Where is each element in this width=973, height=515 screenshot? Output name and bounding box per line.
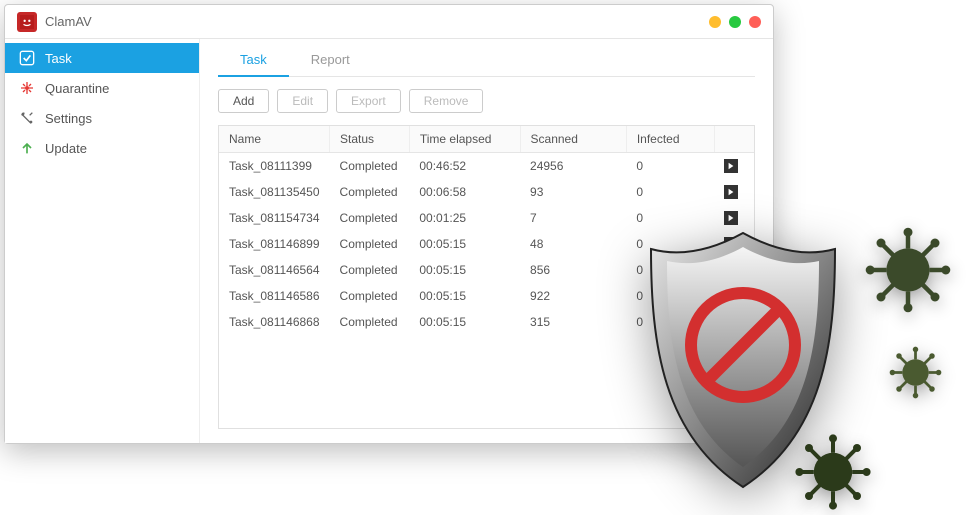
cell-infected: 0 (626, 283, 714, 309)
add-button[interactable]: Add (218, 89, 269, 113)
cell-actions (714, 153, 754, 180)
cell-time: 00:46:52 (409, 153, 520, 180)
cell-scanned: 856 (520, 257, 626, 283)
main-panel: Task Report Add Edit Export Remove Name … (200, 39, 773, 443)
sidebar-item-update[interactable]: Update (5, 133, 199, 163)
cell-status: Completed (330, 205, 410, 231)
cell-time: 00:05:15 (409, 231, 520, 257)
cell-time: 00:05:15 (409, 257, 520, 283)
tabs: Task Report (218, 43, 755, 77)
remove-button[interactable]: Remove (409, 89, 484, 113)
play-button[interactable] (724, 211, 738, 225)
cell-time: 00:06:58 (409, 179, 520, 205)
col-actions (714, 126, 754, 153)
cell-name: Task_081146564 (219, 257, 330, 283)
col-time[interactable]: Time elapsed (409, 126, 520, 153)
task-table: Name Status Time elapsed Scanned Infecte… (219, 126, 754, 335)
cell-infected: 0 (626, 257, 714, 283)
close-button[interactable] (749, 16, 761, 28)
cell-scanned: 48 (520, 231, 626, 257)
app-window: ClamAV Task Quarantine (4, 4, 774, 444)
window-body: Task Quarantine Settings Update (5, 39, 773, 443)
cell-actions (714, 231, 754, 257)
cell-actions (714, 205, 754, 231)
sidebar-item-label: Task (45, 51, 72, 66)
cell-name: Task_081154734 (219, 205, 330, 231)
cell-name: Task_081146899 (219, 231, 330, 257)
quarantine-icon (19, 80, 35, 96)
cell-status: Completed (330, 309, 410, 335)
check-icon (19, 50, 35, 66)
play-button[interactable] (724, 263, 738, 277)
play-button[interactable] (724, 159, 738, 173)
table-row[interactable]: Task_081146868Completed00:05:153150 (219, 309, 754, 335)
col-name[interactable]: Name (219, 126, 330, 153)
cell-scanned: 7 (520, 205, 626, 231)
maximize-button[interactable] (729, 16, 741, 28)
cell-infected: 0 (626, 309, 714, 335)
app-title: ClamAV (45, 14, 709, 29)
settings-icon (19, 110, 35, 126)
tab-task[interactable]: Task (218, 43, 289, 77)
table-row[interactable]: Task_081135450Completed00:06:58930 (219, 179, 754, 205)
cell-infected: 0 (626, 205, 714, 231)
cell-status: Completed (330, 153, 410, 180)
col-status[interactable]: Status (330, 126, 410, 153)
app-icon (17, 12, 37, 32)
cell-time: 00:05:15 (409, 283, 520, 309)
update-icon (19, 140, 35, 156)
sidebar-item-label: Update (45, 141, 87, 156)
col-scanned[interactable]: Scanned (520, 126, 626, 153)
sidebar: Task Quarantine Settings Update (5, 39, 200, 443)
cell-status: Completed (330, 257, 410, 283)
cell-infected: 0 (626, 179, 714, 205)
window-controls (709, 16, 761, 28)
toolbar: Add Edit Export Remove (218, 77, 755, 125)
cell-name: Task_081146868 (219, 309, 330, 335)
virus-icon (793, 432, 873, 515)
tab-label: Task (240, 52, 267, 67)
table-row[interactable]: Task_081154734Completed00:01:2570 (219, 205, 754, 231)
cell-name: Task_081146586 (219, 283, 330, 309)
cell-actions (714, 283, 754, 309)
sidebar-item-label: Quarantine (45, 81, 109, 96)
cell-scanned: 93 (520, 179, 626, 205)
sidebar-item-quarantine[interactable]: Quarantine (5, 73, 199, 103)
virus-icon (888, 345, 943, 403)
cell-actions (714, 179, 754, 205)
cell-actions (714, 257, 754, 283)
cell-name: Task_081135450 (219, 179, 330, 205)
cell-time: 00:01:25 (409, 205, 520, 231)
cell-status: Completed (330, 179, 410, 205)
sidebar-item-task[interactable]: Task (5, 43, 199, 73)
play-button[interactable] (724, 237, 738, 251)
edit-button[interactable]: Edit (277, 89, 328, 113)
cell-status: Completed (330, 283, 410, 309)
minimize-button[interactable] (709, 16, 721, 28)
titlebar: ClamAV (5, 5, 773, 39)
tab-label: Report (311, 52, 350, 67)
virus-icon (863, 225, 953, 318)
cell-scanned: 922 (520, 283, 626, 309)
tab-report[interactable]: Report (289, 43, 372, 76)
cell-scanned: 315 (520, 309, 626, 335)
table-row[interactable]: Task_081146586Completed00:05:159220 (219, 283, 754, 309)
cell-status: Completed (330, 231, 410, 257)
col-infected[interactable]: Infected (626, 126, 714, 153)
cell-time: 00:05:15 (409, 309, 520, 335)
sidebar-item-label: Settings (45, 111, 92, 126)
task-table-container: Name Status Time elapsed Scanned Infecte… (218, 125, 755, 429)
table-header-row: Name Status Time elapsed Scanned Infecte… (219, 126, 754, 153)
cell-actions (714, 309, 754, 335)
play-button[interactable] (724, 185, 738, 199)
cell-name: Task_08111399 (219, 153, 330, 180)
cell-infected: 0 (626, 231, 714, 257)
cell-scanned: 24956 (520, 153, 626, 180)
table-row[interactable]: Task_081146564Completed00:05:158560 (219, 257, 754, 283)
table-row[interactable]: Task_081146899Completed00:05:15480 (219, 231, 754, 257)
cell-infected: 0 (626, 153, 714, 180)
sidebar-item-settings[interactable]: Settings (5, 103, 199, 133)
table-row[interactable]: Task_08111399Completed00:46:52249560 (219, 153, 754, 180)
export-button[interactable]: Export (336, 89, 401, 113)
